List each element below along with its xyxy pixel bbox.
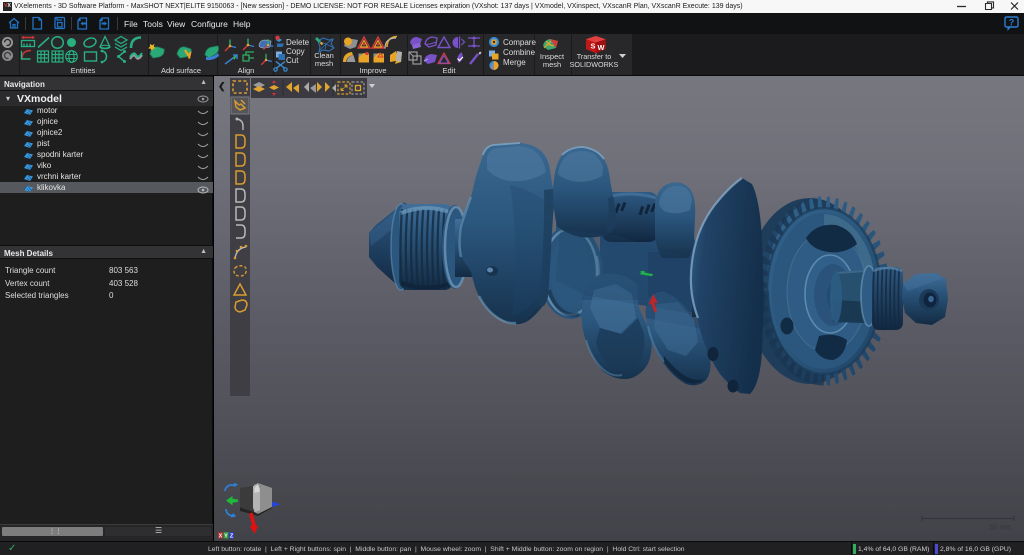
svg-text:X: X — [219, 533, 223, 539]
svg-text:50 mm: 50 mm — [990, 525, 1012, 532]
svg-text:S: S — [591, 41, 596, 50]
svg-text:W: W — [597, 43, 604, 52]
svg-text:?: ? — [1009, 18, 1015, 28]
svg-text:Y: Y — [224, 533, 228, 539]
